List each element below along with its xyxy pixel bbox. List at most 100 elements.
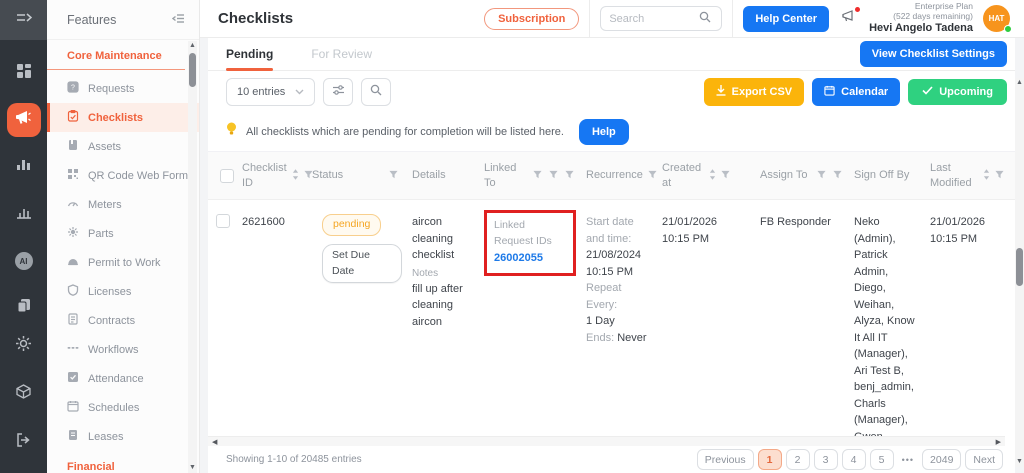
- view-checklist-settings-button[interactable]: View Checklist Settings: [860, 41, 1007, 67]
- user-avatar[interactable]: HAT: [983, 5, 1010, 32]
- scroll-left-icon[interactable]: ◀: [212, 438, 217, 446]
- column-header-assign-to[interactable]: Assign To: [756, 152, 850, 199]
- sidebar-item-licenses[interactable]: Licenses: [47, 277, 199, 306]
- sidebar-item-permit-to-work[interactable]: Permit to Work: [47, 248, 199, 277]
- page-button-5[interactable]: 5: [870, 449, 894, 470]
- logout-button[interactable]: [7, 425, 41, 459]
- meters-gauge-icon: [67, 197, 79, 212]
- subscription-button[interactable]: Subscription: [484, 8, 579, 30]
- search-input[interactable]: [609, 13, 699, 25]
- section-financial: Financial: [47, 451, 185, 473]
- features-nav-button[interactable]: [7, 103, 41, 137]
- online-status-dot: [1004, 25, 1012, 33]
- column-header-last-modified[interactable]: Last Modified: [926, 152, 1015, 199]
- vertical-scroll-thumb[interactable]: [1016, 248, 1023, 286]
- sidebar-item-contracts[interactable]: Contracts: [47, 306, 199, 335]
- settings-button[interactable]: [7, 329, 41, 363]
- sidebar-item-workflows[interactable]: Workflows: [47, 335, 199, 364]
- packages-button[interactable]: [7, 377, 41, 411]
- column-header-sign-off-by[interactable]: Sign Off By: [850, 152, 926, 199]
- sidebar-toggle-button[interactable]: [0, 0, 47, 40]
- page-button-4[interactable]: 4: [842, 449, 866, 470]
- table-row[interactable]: 2621600 pending Set Due Date aircon clea…: [208, 200, 1015, 436]
- filter-icon[interactable]: [721, 170, 730, 182]
- sidebar-scroll-thumb[interactable]: [189, 53, 196, 87]
- global-search[interactable]: [600, 6, 722, 31]
- column-settings-button[interactable]: [323, 78, 353, 106]
- page-button-3[interactable]: 3: [814, 449, 838, 470]
- sidebar-scrollbar[interactable]: ▲ ▼: [188, 41, 197, 473]
- details-title: aircon cleaning checklist: [412, 214, 474, 264]
- main-area: Checklists Subscription Help Center: [200, 0, 1024, 473]
- linked-request-id-link[interactable]: 26002055: [494, 250, 566, 267]
- column-label: Recurrence: [586, 168, 643, 182]
- column-header-created-at[interactable]: Created at: [658, 152, 756, 199]
- set-due-date-button[interactable]: Set Due Date: [322, 244, 402, 284]
- sidebar-item-meters[interactable]: Meters: [47, 190, 199, 219]
- sidebar-item-schedules[interactable]: Schedules: [47, 393, 199, 422]
- cell-status: pending Set Due Date: [308, 200, 408, 436]
- filter-icon[interactable]: [565, 170, 574, 182]
- entries-per-page-select[interactable]: 10 entries: [226, 78, 315, 106]
- scroll-down-icon[interactable]: ▼: [189, 463, 196, 473]
- column-header-checklist-id[interactable]: Checklist ID: [238, 152, 308, 199]
- ai-assistant-button[interactable]: AI: [7, 244, 41, 278]
- sort-icon[interactable]: [709, 169, 716, 183]
- reports-nav-button[interactable]: [7, 150, 41, 184]
- sort-icon[interactable]: [983, 169, 990, 183]
- export-csv-button[interactable]: Export CSV: [704, 78, 805, 106]
- page-button-1[interactable]: 1: [758, 449, 782, 470]
- column-header-linked-to[interactable]: Linked To: [480, 152, 582, 199]
- tab-pending[interactable]: Pending: [226, 38, 273, 71]
- previous-page-button[interactable]: Previous: [697, 449, 754, 470]
- select-all-checkbox[interactable]: [220, 169, 234, 183]
- sidebar-item-parts[interactable]: Parts: [47, 219, 199, 248]
- sidebar-item-qr-code-web-forms[interactable]: QR Code Web Forms: [47, 161, 199, 190]
- filter-icon[interactable]: [533, 170, 542, 182]
- calendar-button[interactable]: Calendar: [812, 78, 900, 106]
- sidebar-item-leases[interactable]: Leases: [47, 422, 199, 451]
- sidebar-item-requests[interactable]: ? Requests: [47, 74, 199, 103]
- next-page-button[interactable]: Next: [965, 449, 1003, 470]
- cell-linked-to: Linked Request IDs 26002055: [480, 200, 582, 436]
- search-icon[interactable]: [699, 10, 711, 28]
- help-button[interactable]: Help: [579, 119, 629, 145]
- collapse-sidebar-icon[interactable]: [172, 11, 185, 29]
- tab-for-review[interactable]: For Review: [311, 38, 372, 71]
- filter-icon[interactable]: [833, 170, 842, 182]
- scroll-up-icon[interactable]: ▲: [1016, 78, 1023, 88]
- analytics-nav-button[interactable]: [7, 197, 41, 231]
- details-notes-label: Notes: [412, 266, 474, 281]
- sidebar-item-assets[interactable]: Assets: [47, 132, 199, 161]
- sidebar-item-checklists[interactable]: Checklists: [47, 103, 199, 132]
- scroll-up-icon[interactable]: ▲: [189, 41, 196, 51]
- table-search-button[interactable]: [361, 78, 391, 106]
- column-header-details[interactable]: Details: [408, 152, 480, 199]
- column-header-recurrence[interactable]: Recurrence: [582, 152, 658, 199]
- horizontal-scrollbar[interactable]: ◀ ▶: [208, 436, 1005, 446]
- sidebar-item-attendance[interactable]: Attendance: [47, 364, 199, 393]
- column-header-status[interactable]: Status: [308, 152, 408, 199]
- announcements-button[interactable]: [841, 9, 857, 28]
- filter-icon[interactable]: [389, 170, 404, 182]
- column-label: Assign To: [760, 168, 808, 182]
- column-label: Checklist ID: [242, 161, 287, 190]
- check-icon: [922, 86, 933, 98]
- calendar-icon: [824, 85, 835, 99]
- row-checkbox[interactable]: [216, 214, 230, 228]
- filter-icon[interactable]: [817, 170, 826, 182]
- filter-icon[interactable]: [995, 170, 1004, 182]
- vertical-scrollbar[interactable]: ▲ ▼: [1015, 78, 1024, 467]
- page-button-2[interactable]: 2: [786, 449, 810, 470]
- sort-icon[interactable]: [292, 169, 299, 183]
- last-page-button[interactable]: 2049: [922, 449, 961, 470]
- help-center-button[interactable]: Help Center: [743, 6, 829, 32]
- documents-nav-button[interactable]: [7, 291, 41, 325]
- scroll-right-icon[interactable]: ▶: [996, 438, 1001, 446]
- filter-icon[interactable]: [549, 170, 558, 182]
- scroll-down-icon[interactable]: ▼: [1016, 457, 1023, 467]
- logout-icon: [16, 433, 31, 452]
- upcoming-button[interactable]: Upcoming: [908, 79, 1007, 105]
- megaphone-icon: [15, 110, 32, 130]
- dashboard-nav-button[interactable]: [7, 56, 41, 90]
